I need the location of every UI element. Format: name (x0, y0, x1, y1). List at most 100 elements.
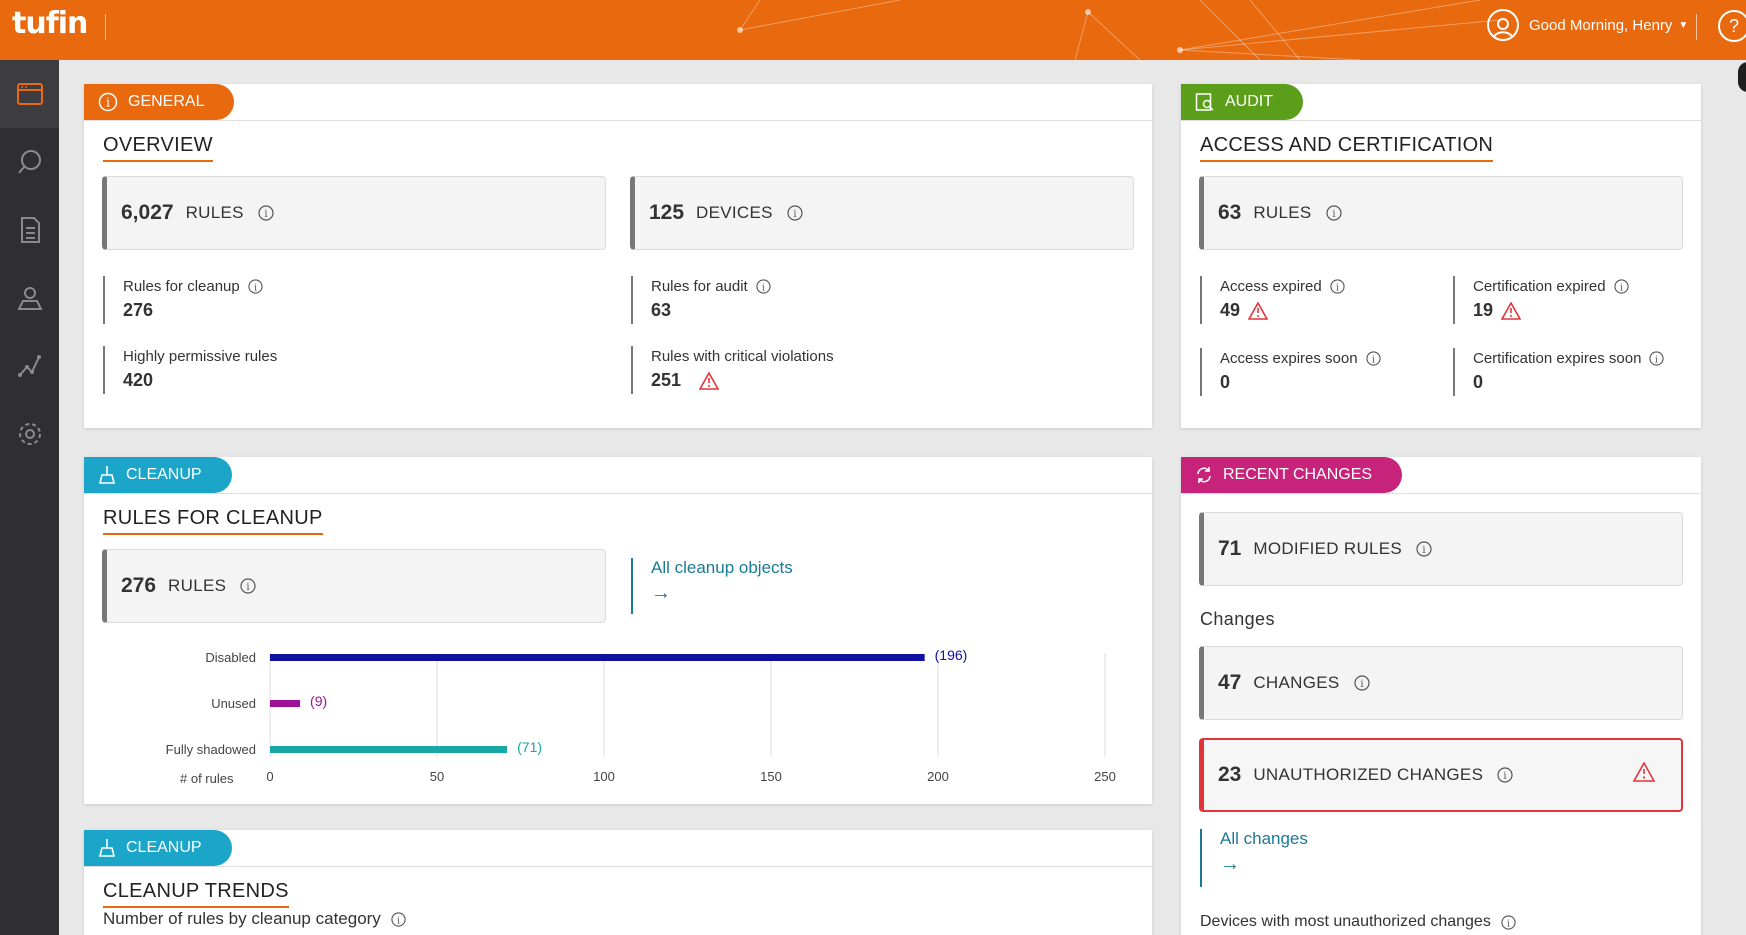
chart-value-label: (196) (935, 647, 968, 663)
help-icon[interactable]: ? (1718, 10, 1746, 42)
metric-certification-expired[interactable]: Certification expired i 19 (1453, 276, 1629, 324)
audit-rules-value: 63 (1218, 201, 1242, 224)
info-icon[interactable]: i (756, 278, 771, 294)
chart-value-label: (9) (310, 693, 327, 709)
changes-box[interactable]: 47 CHANGES i (1199, 646, 1683, 720)
dashboard-icon (16, 83, 43, 105)
search-icon (17, 150, 41, 174)
chevron-down-icon: ▼ (1678, 19, 1689, 31)
tufin-logo[interactable]: tufin (12, 6, 88, 41)
chart-bar (270, 654, 925, 661)
metric-label: Rules for audit (651, 277, 748, 295)
sidebar-item-search[interactable] (0, 128, 59, 196)
info-icon[interactable]: i (1365, 350, 1381, 366)
audit-tag: AUDIT (1181, 84, 1303, 120)
scroll-handle[interactable] (1738, 62, 1746, 92)
header-divider (105, 14, 106, 40)
info-icon[interactable]: i (391, 911, 406, 927)
metric-highly-permissive[interactable]: Highly permissive rules 420 (103, 346, 277, 394)
metric-value: 63 (651, 300, 672, 320)
sidebar-item-path[interactable] (0, 332, 59, 400)
metric-label: Rules for cleanup (123, 277, 240, 295)
chart-value-label: (71) (517, 739, 542, 755)
devices-box[interactable]: 125 DEVICES i (630, 176, 1134, 250)
total-rules-box[interactable]: 6,027 RULES i (102, 176, 606, 250)
chart-category-label: Unused (211, 696, 256, 711)
warning-icon (1501, 301, 1522, 320)
metric-value: 0 (1473, 372, 1484, 392)
svg-text:i: i (1507, 918, 1510, 929)
info-icon[interactable]: i (1325, 205, 1342, 221)
changes-value: 47 (1218, 671, 1242, 694)
metric-value: 0 (1220, 372, 1231, 392)
svg-text:i: i (1332, 209, 1335, 220)
modified-rules-label: MODIFIED RULES (1253, 539, 1403, 558)
metric-access-expires-soon[interactable]: Access expires soon i 0 (1200, 348, 1381, 396)
chart-xtick-label: 50 (430, 769, 444, 784)
changes-label: CHANGES (1253, 673, 1340, 692)
svg-text:i: i (793, 209, 796, 220)
info-icon[interactable]: i (787, 205, 803, 221)
unauthorized-changes-box[interactable]: 23 UNAUTHORIZED CHANGES i (1199, 738, 1683, 812)
info-icon[interactable]: i (1649, 350, 1665, 366)
audit-card: AUDIT ACCESS AND CERTIFICATION 63 RULES … (1181, 84, 1701, 428)
modified-rules-value: 71 (1218, 537, 1242, 560)
sidebar-item-settings[interactable] (0, 400, 59, 468)
audit-search-icon (1195, 92, 1215, 112)
link-text: All changes (1220, 829, 1308, 848)
general-card: i GENERAL OVERVIEW 6,027 RULES i 125 DEV… (84, 84, 1152, 428)
header-divider-right (1696, 14, 1697, 40)
metric-label: Access expired (1220, 277, 1322, 295)
info-icon[interactable]: i (258, 205, 274, 221)
audit-rules-box[interactable]: 63 RULES i (1199, 176, 1683, 250)
user-menu[interactable]: Good Morning, Henry ▼ (1487, 8, 1688, 42)
map-pin-icon (16, 287, 43, 310)
svg-text:i: i (1372, 354, 1375, 365)
path-icon (17, 355, 41, 377)
info-icon[interactable]: i (1501, 914, 1516, 930)
metric-label: Highly permissive rules (123, 347, 278, 365)
warning-icon (699, 371, 720, 390)
unauthorized-value: 23 (1218, 763, 1242, 786)
all-changes-link[interactable]: All changes → (1200, 829, 1308, 887)
sidebar-item-documents[interactable] (0, 196, 59, 264)
info-icon[interactable]: i (1613, 278, 1629, 294)
chart-xtick-label: 150 (760, 769, 782, 784)
info-icon[interactable]: i (1497, 767, 1513, 783)
subtitle-text: Number of rules by cleanup category (103, 909, 381, 928)
sidebar-item-dashboard[interactable] (0, 60, 59, 128)
info-icon[interactable]: i (1353, 675, 1370, 691)
cleanup-trends-card: CLEANUP CLEANUP TRENDS Number of rules b… (84, 830, 1152, 935)
cleanup-trends-tag: CLEANUP (84, 830, 232, 866)
svg-text:i: i (1336, 282, 1339, 293)
metric-label: Certification expires soon (1473, 349, 1642, 367)
devices-label: DEVICES (696, 203, 773, 222)
metric-certification-expires-soon[interactable]: Certification expires soon i 0 (1453, 348, 1665, 396)
chart-xtick-label: 0 (266, 769, 273, 784)
overview-title: OVERVIEW (103, 134, 213, 162)
sidebar-item-map[interactable] (0, 264, 59, 332)
metric-label: Rules with critical violations (651, 347, 834, 365)
total-rules-label: RULES (185, 203, 244, 222)
metric-rules-for-audit[interactable]: Rules for audit i 63 (631, 276, 771, 324)
info-icon[interactable]: i (248, 278, 263, 294)
user-avatar-icon (1487, 9, 1519, 41)
chart-bar (270, 700, 301, 707)
info-icon[interactable]: i (1330, 278, 1345, 294)
info-icon[interactable]: i (1416, 541, 1432, 557)
metric-value: 49 (1220, 300, 1241, 320)
metric-access-expired[interactable]: Access expired i 49 (1200, 276, 1345, 324)
devices-value: 125 (649, 201, 685, 224)
modified-rules-box[interactable]: 71 MODIFIED RULES i (1199, 512, 1683, 586)
metric-rules-for-cleanup[interactable]: Rules for cleanup i 276 (103, 276, 263, 324)
refresh-icon (1195, 466, 1213, 484)
arrow-right-icon: → (1220, 853, 1240, 875)
document-icon (20, 217, 40, 243)
metric-critical-violations[interactable]: Rules with critical violations 251 (631, 346, 834, 394)
metric-label: Access expires soon (1220, 349, 1358, 367)
metric-value: 251 (651, 370, 682, 390)
general-tag: i GENERAL (84, 84, 235, 120)
unauthorized-label: UNAUTHORIZED CHANGES (1253, 765, 1484, 784)
info-circle-icon: i (98, 92, 118, 112)
recent-changes-tag-label: RECENT CHANGES (1223, 466, 1373, 483)
